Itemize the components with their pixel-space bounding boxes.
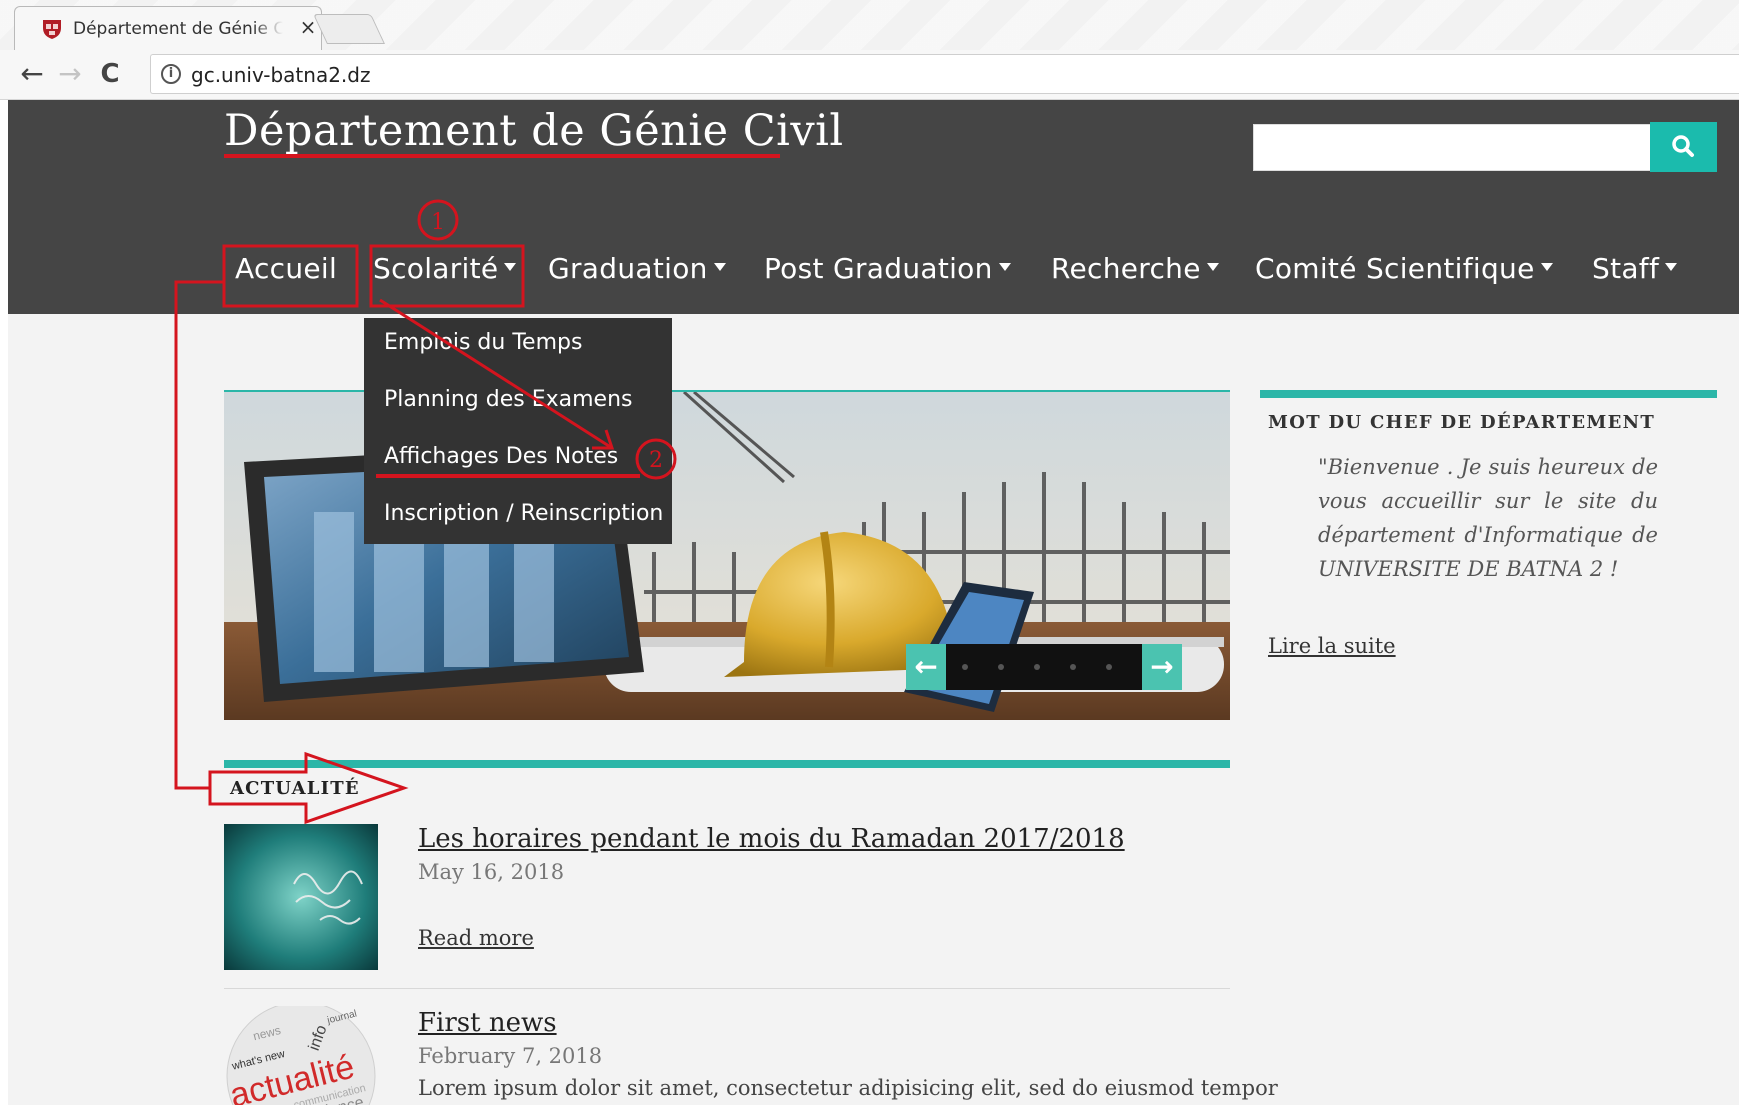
news-excerpt: Lorem ipsum dolor sit amet, consectetur … bbox=[418, 1076, 1278, 1100]
search-button[interactable] bbox=[1650, 122, 1717, 172]
site-header: Département de Génie Civil Accueil Scola… bbox=[8, 100, 1739, 314]
nav-item-post-graduation[interactable]: Post Graduation bbox=[764, 252, 1011, 285]
sidebar-top-rule bbox=[1260, 390, 1717, 398]
slider-dot[interactable] bbox=[1034, 664, 1040, 670]
nav-item-label: Comité Scientifique bbox=[1255, 252, 1535, 285]
news-title-link[interactable]: Les horaires pendant le mois du Ramadan … bbox=[418, 824, 1125, 854]
sidebar-welcome-text: "Bienvenue . Je suis heureux de vous acc… bbox=[1318, 455, 1658, 581]
nav-item-accueil[interactable]: Accueil bbox=[235, 252, 337, 285]
caret-down-icon bbox=[713, 263, 726, 271]
news-title-link[interactable]: First news bbox=[418, 1008, 557, 1038]
website-viewport: Département de Génie Civil Accueil Scola… bbox=[8, 100, 1739, 1105]
scolarite-dropdown-menu: Emplois du Temps Planning des Examens Af… bbox=[364, 318, 672, 544]
browser-tab-active[interactable]: Département de Génie Civil × bbox=[14, 6, 322, 50]
slider-controls: ← → bbox=[906, 644, 1182, 690]
slider-dot[interactable] bbox=[998, 664, 1004, 670]
address-bar[interactable]: i gc.univ-batna2.dz bbox=[150, 54, 1739, 94]
sidebar-heading: MOT DU CHEF DE DÉPARTEMENT bbox=[1268, 412, 1656, 433]
nav-item-label: Graduation bbox=[548, 252, 708, 285]
dropdown-item-inscription[interactable]: Inscription / Reinscription bbox=[384, 501, 663, 526]
news-thumbnail-actualite[interactable]: actualité what's new info news communica… bbox=[224, 1006, 378, 1105]
nav-item-label: Post Graduation bbox=[764, 252, 993, 285]
back-arrow-icon[interactable]: ← bbox=[14, 56, 50, 92]
ramadan-image bbox=[224, 824, 378, 970]
search-input[interactable] bbox=[1253, 124, 1658, 171]
nav-item-label: Staff bbox=[1592, 252, 1660, 285]
nav-item-scolarite[interactable]: Scolarité bbox=[373, 252, 517, 285]
slider-dot[interactable] bbox=[1070, 664, 1076, 670]
nav-item-staff[interactable]: Staff bbox=[1592, 252, 1678, 285]
search-icon bbox=[1672, 135, 1694, 157]
news-top-rule bbox=[224, 760, 1230, 768]
slider-next-button[interactable]: → bbox=[1142, 644, 1182, 690]
nav-item-label: Accueil bbox=[235, 252, 338, 285]
slider-dot[interactable] bbox=[1106, 664, 1112, 670]
browser-tabstrip: Département de Génie Civil × bbox=[0, 0, 1739, 50]
forward-arrow-icon[interactable]: → bbox=[52, 56, 88, 92]
news-read-more-link[interactable]: Read more bbox=[418, 926, 534, 950]
caret-down-icon bbox=[1206, 263, 1219, 271]
news-date: February 7, 2018 bbox=[418, 1044, 603, 1068]
shield-favicon-icon bbox=[43, 20, 61, 39]
slider-dot[interactable] bbox=[962, 664, 968, 670]
url-text[interactable]: gc.univ-batna2.dz bbox=[191, 63, 370, 87]
sidebar-read-more-link[interactable]: Lire la suite bbox=[1268, 634, 1396, 658]
caret-down-icon bbox=[1540, 263, 1553, 271]
news-divider bbox=[224, 988, 1230, 989]
dropdown-item-emplois[interactable]: Emplois du Temps bbox=[384, 330, 582, 355]
nav-item-label: Recherche bbox=[1051, 252, 1201, 285]
caret-down-icon bbox=[504, 263, 517, 271]
tab-title: Département de Génie Civil bbox=[73, 19, 283, 41]
site-info-icon[interactable]: i bbox=[161, 64, 181, 84]
dropdown-item-affichages[interactable]: Affichages Des Notes bbox=[384, 444, 618, 469]
nav-item-comite-scientifique[interactable]: Comité Scientifique bbox=[1255, 252, 1553, 285]
nav-item-label: Scolarité bbox=[373, 252, 499, 285]
news-thumbnail-ramadan[interactable] bbox=[224, 824, 378, 970]
reload-icon[interactable]: C bbox=[92, 56, 128, 92]
caret-down-icon bbox=[998, 263, 1011, 271]
screenshot-frame: Département de Génie Civil × ← → C i gc.… bbox=[0, 0, 1739, 1105]
nav-item-recherche[interactable]: Recherche bbox=[1051, 252, 1219, 285]
site-title[interactable]: Département de Génie Civil bbox=[224, 106, 844, 156]
news-date: May 16, 2018 bbox=[418, 860, 565, 884]
actualite-globe-image: actualité what's new info news communica… bbox=[224, 1006, 378, 1105]
slider-prev-button[interactable]: ← bbox=[906, 644, 946, 690]
nav-item-graduation[interactable]: Graduation bbox=[548, 252, 726, 285]
browser-toolbar: ← → C i gc.univ-batna2.dz bbox=[0, 50, 1739, 100]
news-heading: ACTUALITÉ bbox=[230, 778, 360, 799]
dropdown-item-planning[interactable]: Planning des Examens bbox=[384, 387, 633, 412]
caret-down-icon bbox=[1665, 263, 1678, 271]
